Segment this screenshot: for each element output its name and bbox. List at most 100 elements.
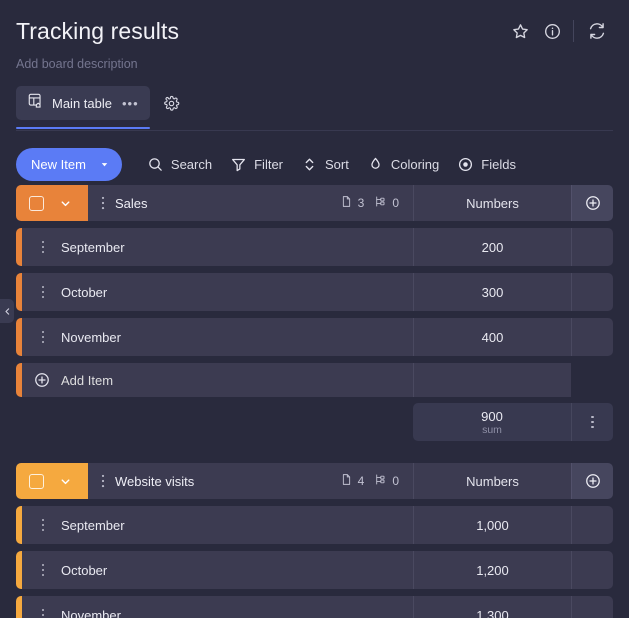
plus-circle-icon bbox=[32, 371, 51, 390]
summary-cell[interactable]: 900 sum bbox=[413, 403, 571, 441]
row-name[interactable]: October bbox=[61, 563, 107, 578]
row-menu-icon[interactable] bbox=[36, 285, 50, 299]
coloring-button[interactable]: Coloring bbox=[358, 149, 448, 179]
row-value-cell[interactable]: 1,300 bbox=[413, 596, 571, 618]
group-title[interactable]: Sales bbox=[115, 196, 148, 211]
add-item-cell[interactable]: Add Item bbox=[22, 363, 413, 397]
group-color-bar bbox=[16, 463, 88, 499]
row-value-cell[interactable]: 200 bbox=[413, 228, 571, 266]
search-label: Search bbox=[170, 156, 213, 172]
group-title[interactable]: Website visits bbox=[115, 474, 194, 489]
group-collapse-chevron-icon[interactable] bbox=[54, 192, 76, 214]
header-separator bbox=[573, 20, 574, 42]
tab-menu-dots[interactable]: ••• bbox=[122, 97, 139, 110]
search-button[interactable]: Search bbox=[138, 149, 221, 179]
table-row: September 1,000 bbox=[16, 506, 613, 544]
group-header: Website visits 4 0 Numbers bbox=[16, 463, 613, 499]
row-name-cell[interactable]: September bbox=[22, 228, 413, 266]
column-header-numbers[interactable]: Numbers bbox=[413, 463, 571, 499]
coloring-drop-icon bbox=[367, 156, 384, 173]
row-value-cell[interactable]: 1,000 bbox=[413, 506, 571, 544]
row-name-cell[interactable]: October bbox=[22, 273, 413, 311]
row-name-cell[interactable]: October bbox=[22, 551, 413, 589]
add-column-button[interactable] bbox=[571, 185, 613, 221]
summary-label: sum bbox=[482, 423, 502, 436]
table-row: September 200 bbox=[16, 228, 613, 266]
row-menu-icon[interactable] bbox=[36, 518, 50, 532]
search-icon bbox=[147, 156, 164, 173]
table-row: October 300 bbox=[16, 273, 613, 311]
activity-log-icon[interactable] bbox=[581, 15, 613, 47]
row-menu-icon[interactable] bbox=[36, 563, 50, 577]
row-name-cell[interactable]: November bbox=[22, 596, 413, 618]
title-row: Tracking results bbox=[16, 14, 613, 48]
info-icon[interactable] bbox=[536, 15, 568, 47]
group-summary-row: 900 sum bbox=[16, 403, 613, 441]
column-header-numbers[interactable]: Numbers bbox=[413, 185, 571, 221]
row-menu-icon[interactable] bbox=[36, 240, 50, 254]
subitems-icon bbox=[374, 473, 387, 489]
tab-main-table[interactable]: Main table ••• bbox=[16, 86, 150, 129]
add-row-tail-cell bbox=[571, 363, 613, 397]
table-row: November 400 bbox=[16, 318, 613, 356]
row-menu-icon[interactable] bbox=[36, 608, 50, 618]
new-item-button[interactable]: New Item bbox=[16, 147, 122, 181]
summary-menu-icon[interactable] bbox=[571, 403, 613, 441]
board-table-home-icon bbox=[27, 92, 44, 114]
header-divider bbox=[16, 130, 613, 131]
gear-icon[interactable] bbox=[158, 89, 186, 117]
add-column-button[interactable] bbox=[571, 463, 613, 499]
row-tail-cell bbox=[571, 318, 613, 356]
group-items-count-value: 4 bbox=[357, 474, 365, 488]
row-name[interactable]: September bbox=[61, 518, 125, 533]
row-name-cell[interactable]: September bbox=[22, 506, 413, 544]
fields-eye-icon bbox=[457, 156, 474, 173]
group-collapse-chevron-icon[interactable] bbox=[54, 470, 76, 492]
chevron-down-icon[interactable] bbox=[94, 150, 116, 178]
favorite-icon[interactable] bbox=[504, 15, 536, 47]
row-menu-icon[interactable] bbox=[36, 330, 50, 344]
group-drag-handle-icon[interactable] bbox=[96, 474, 110, 488]
view-tab-row: Main table ••• bbox=[16, 85, 613, 129]
row-tail-cell bbox=[571, 228, 613, 266]
page-title: Tracking results bbox=[16, 17, 180, 44]
group-drag-handle-icon[interactable] bbox=[96, 196, 110, 210]
group-subitems-count-value: 0 bbox=[392, 196, 399, 210]
group-counts: 4 0 bbox=[340, 473, 413, 489]
sort-button[interactable]: Sort bbox=[292, 149, 358, 179]
group-select-checkbox[interactable] bbox=[29, 195, 44, 211]
fields-button[interactable]: Fields bbox=[448, 149, 525, 179]
row-tail-cell bbox=[571, 551, 613, 589]
header-actions bbox=[504, 15, 613, 47]
group-color-bar bbox=[16, 185, 88, 221]
new-item-label: New Item bbox=[31, 156, 86, 172]
group-subitems-count-value: 0 bbox=[392, 474, 399, 488]
filter-button[interactable]: Filter bbox=[221, 149, 292, 179]
group-title-cell: Website visits 4 0 bbox=[88, 463, 413, 499]
row-value-cell[interactable]: 1,200 bbox=[413, 551, 571, 589]
tab-active-underline bbox=[16, 127, 150, 129]
row-tail-cell bbox=[571, 506, 613, 544]
row-name[interactable]: November bbox=[61, 330, 121, 345]
coloring-label: Coloring bbox=[390, 156, 440, 172]
tab-main-table-label: Main table bbox=[52, 95, 112, 111]
group-header: Sales 3 0 Numbers bbox=[16, 185, 613, 221]
row-name[interactable]: November bbox=[61, 608, 121, 618]
sidebar-collapse-handle[interactable] bbox=[0, 299, 14, 323]
row-value-cell[interactable]: 400 bbox=[413, 318, 571, 356]
board-toolbar: New Item Search Filter Sort Coloring Fie… bbox=[0, 131, 629, 185]
row-tail-cell bbox=[571, 596, 613, 618]
board-description[interactable]: Add board description bbox=[16, 57, 613, 74]
sort-label: Sort bbox=[325, 156, 349, 172]
row-name[interactable]: October bbox=[61, 285, 107, 300]
group-title-cell: Sales 3 0 bbox=[88, 185, 413, 221]
row-value-cell[interactable]: 300 bbox=[413, 273, 571, 311]
group-items-count: 4 bbox=[340, 473, 365, 489]
add-item-row[interactable]: Add Item bbox=[16, 363, 613, 397]
group-subitems-count: 0 bbox=[374, 195, 399, 211]
group-select-checkbox[interactable] bbox=[29, 473, 44, 489]
row-name[interactable]: September bbox=[61, 240, 125, 255]
row-name-cell[interactable]: November bbox=[22, 318, 413, 356]
group-website-visits: Website visits 4 0 Numbers September 1,0… bbox=[16, 463, 613, 618]
